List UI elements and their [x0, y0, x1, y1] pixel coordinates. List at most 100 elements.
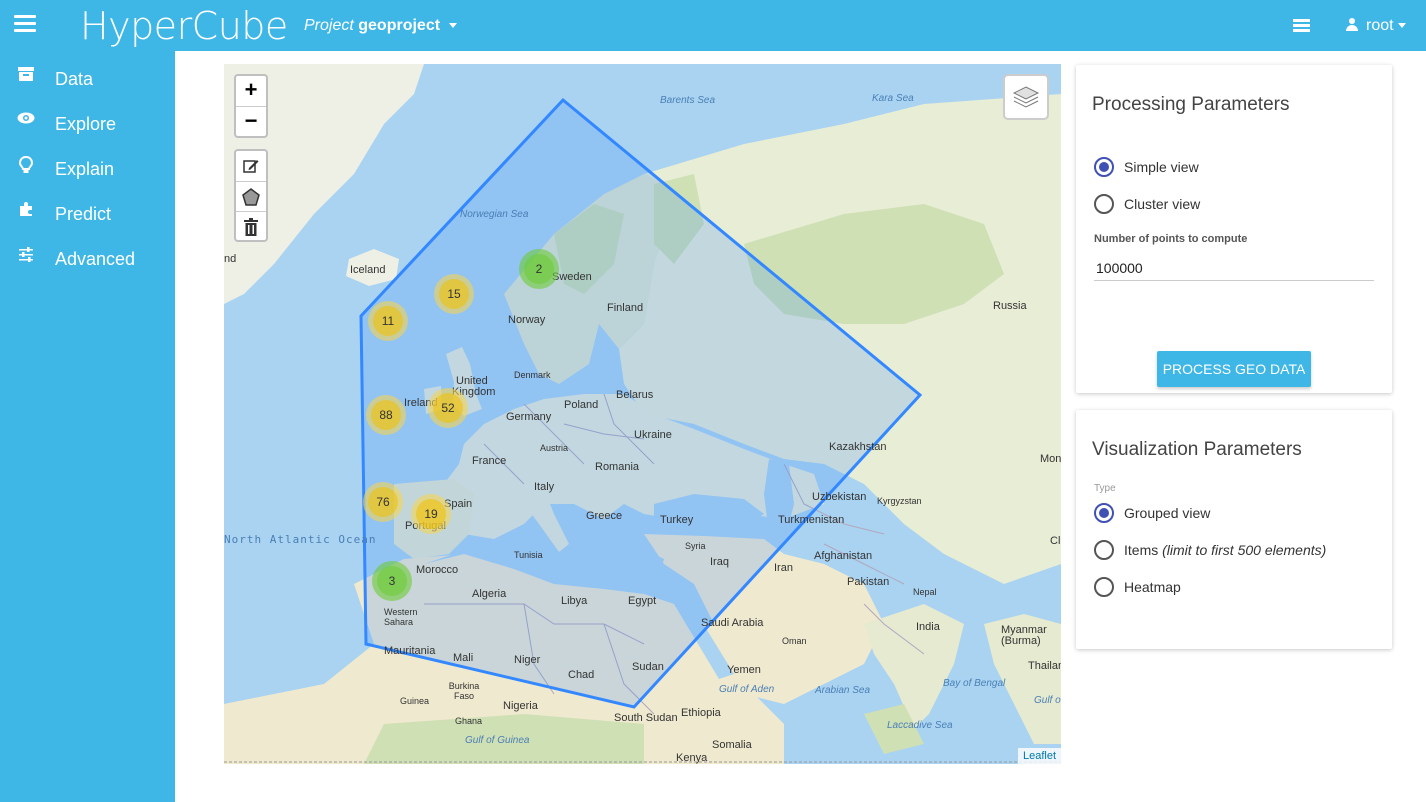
puzzle-icon — [17, 201, 35, 219]
map-label: South Sudan — [614, 712, 678, 724]
map-label: Kenya — [676, 752, 708, 764]
cluster-count: 15 — [439, 279, 469, 309]
edit-layers-button[interactable] — [236, 151, 266, 181]
archive-icon — [17, 66, 35, 84]
map-label: Nepal — [913, 587, 937, 597]
map-label: France — [472, 455, 507, 467]
map-cluster-marker[interactable]: 2 — [519, 249, 559, 289]
map-label: Yemen — [727, 664, 761, 676]
map-label: Ghana — [455, 716, 483, 726]
map-label: Niger — [514, 654, 541, 666]
map-cluster-marker[interactable]: 3 — [372, 561, 412, 601]
map-label: Barents Sea — [660, 95, 716, 106]
radio-indicator — [1094, 503, 1114, 523]
map-label: India — [916, 621, 940, 633]
geo-map[interactable]: Barents Sea Kara Sea Norwegian Sea nd Ic… — [224, 64, 1061, 764]
radio-indicator — [1094, 540, 1114, 560]
map-label: Austria — [540, 443, 569, 453]
radio-label: Grouped view — [1124, 505, 1211, 521]
layers-control[interactable] — [1003, 74, 1049, 120]
radio-label: Heatmap — [1124, 579, 1181, 595]
sliders-icon — [17, 246, 35, 264]
zoom-out-button[interactable]: − — [236, 106, 266, 136]
sidebar-item-label: Data — [55, 69, 94, 89]
visualization-parameters-panel: Visualization Parameters Type Grouped vi… — [1076, 410, 1392, 649]
layers-icon — [1012, 86, 1040, 108]
map-cluster-marker[interactable]: 88 — [366, 395, 406, 435]
map-label: Denmark — [514, 370, 551, 380]
map-cluster-marker[interactable]: 15 — [434, 274, 474, 314]
sidebar-item-explain[interactable]: Explain — [0, 146, 175, 186]
draw-polygon-button[interactable] — [236, 181, 266, 211]
radio-indicator — [1094, 157, 1114, 177]
cluster-count: 11 — [373, 306, 403, 336]
map-label: Greece — [586, 510, 623, 522]
sidebar: Data Explore Explain Predict Advanced — [0, 51, 175, 802]
app-brand[interactable]: HyperCube — [80, 4, 288, 48]
map-label: Arabian Sea — [815, 685, 871, 696]
map-label: Ukraine — [634, 429, 672, 441]
map-cluster-marker[interactable]: 11 — [368, 301, 408, 341]
points-input[interactable] — [1094, 255, 1374, 281]
attribution-link[interactable]: Leaflet — [1017, 748, 1061, 764]
top-navbar: HyperCube Project geoproject root — [0, 0, 1426, 51]
map-label: Bay of Bengal — [943, 678, 1006, 689]
map-cluster-marker[interactable]: 52 — [428, 388, 468, 428]
project-selector[interactable]: Project geoproject — [304, 17, 457, 35]
map-label: Mali — [453, 652, 474, 664]
map-label: Belarus — [616, 389, 654, 401]
map-label: Kara Sea — [872, 93, 914, 104]
items-note: (limit to first 500 elements) — [1162, 542, 1327, 558]
map-label: Turkmenistan — [778, 514, 845, 526]
map-label: Iraq — [710, 556, 729, 568]
sidebar-item-label: Explore — [55, 114, 117, 134]
process-geo-data-button[interactable]: PROCESS GEO DATA — [1157, 351, 1311, 387]
sidebar-item-data[interactable]: Data — [0, 56, 175, 96]
zoom-in-button[interactable]: + — [236, 76, 266, 106]
sidebar-item-advanced[interactable]: Advanced — [0, 236, 175, 276]
map-label: Thailan — [1028, 660, 1061, 672]
panel-title: Processing Parameters — [1092, 94, 1290, 115]
hamburger-icon[interactable] — [14, 15, 36, 35]
trash-icon — [244, 217, 258, 236]
map-label: Myanmar (Burma) — [1001, 624, 1047, 647]
map-label: Iceland — [350, 264, 386, 276]
map-label: Romania — [595, 461, 640, 473]
map-label: Libya — [561, 595, 588, 607]
edit-icon — [243, 160, 259, 173]
map-label: Pakistan — [847, 576, 890, 588]
map-label: Sudan — [632, 661, 664, 673]
sidebar-item-explore[interactable]: Explore — [0, 101, 175, 141]
map-label: nd — [224, 253, 237, 265]
map-cluster-marker[interactable]: 19 — [411, 494, 451, 534]
map-label: Russia — [993, 300, 1027, 312]
radio-label: Simple view — [1124, 159, 1199, 175]
map-label: Gulf o — [1034, 695, 1061, 706]
sidebar-item-predict[interactable]: Predict — [0, 191, 175, 231]
map-label: Ethiopia — [681, 707, 721, 719]
radio-label: Items (limit to first 500 elements) — [1124, 542, 1326, 558]
user-icon — [1346, 18, 1358, 31]
cluster-count: 3 — [377, 566, 407, 596]
cluster-count: 76 — [368, 487, 398, 517]
map-label: Iran — [774, 562, 793, 574]
map-label: Syria — [685, 541, 706, 551]
server-icon[interactable] — [1293, 19, 1310, 34]
panel-title: Visualization Parameters — [1092, 439, 1302, 460]
map-label: Kazakhstan — [829, 441, 887, 453]
map-label: Guinea — [400, 696, 430, 706]
lightbulb-icon — [17, 155, 35, 174]
map-label: Norwegian Sea — [460, 209, 529, 220]
map-cluster-marker[interactable]: 76 — [363, 482, 403, 522]
map-label: Cl — [1050, 535, 1061, 547]
project-name: geoproject — [358, 17, 441, 34]
map-label: Gulf of Aden — [719, 684, 775, 695]
map-label: Turkey — [660, 514, 694, 526]
delete-layers-button[interactable] — [236, 211, 266, 241]
map-label: Norway — [508, 314, 546, 326]
chevron-down-icon — [1397, 23, 1406, 29]
processing-parameters-panel: Processing Parameters Simple view Cluste… — [1076, 65, 1392, 393]
type-label: Type — [1094, 483, 1116, 494]
user-menu[interactable]: root — [1346, 17, 1406, 35]
map-label: Uzbekistan — [812, 491, 867, 503]
